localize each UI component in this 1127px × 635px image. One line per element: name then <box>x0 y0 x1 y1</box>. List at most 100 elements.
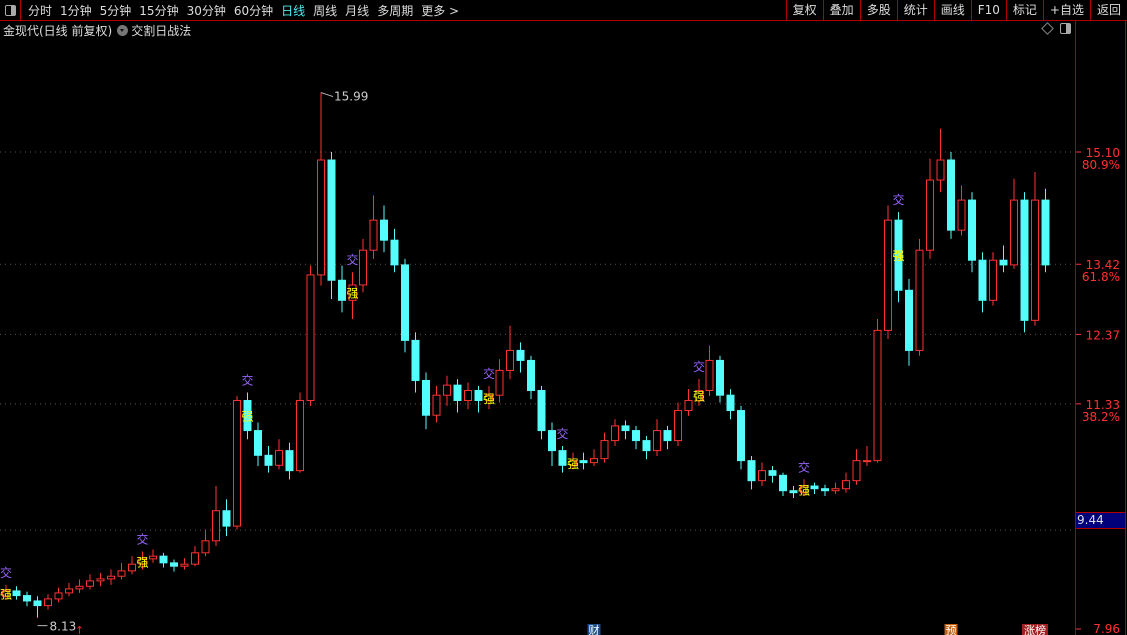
candle-body <box>989 259 997 301</box>
candle-body <box>821 488 829 492</box>
candle-body <box>380 219 388 241</box>
candle-body <box>1041 199 1050 266</box>
candle-body <box>44 598 52 607</box>
candle-body <box>1031 199 1039 321</box>
candle-body <box>548 430 556 452</box>
signal-jiao: 交 <box>892 192 904 207</box>
candle-body <box>86 580 94 587</box>
candle-body <box>831 488 840 492</box>
signal-jiao: 交 <box>556 426 568 441</box>
candle-body <box>443 384 451 396</box>
candle-body <box>873 329 882 462</box>
event-marker[interactable]: 预 <box>946 624 957 635</box>
candle-body <box>852 460 861 482</box>
signal-jiao: 交 <box>0 565 12 580</box>
y-tick-label: 12.37 <box>1086 328 1120 342</box>
candle-body <box>33 600 42 607</box>
candle-body <box>1010 199 1018 266</box>
candle-body <box>705 359 714 391</box>
axis-divider <box>1075 21 1076 635</box>
candle-body <box>663 430 672 442</box>
signal-jiao: 交 <box>346 252 358 267</box>
candle-body <box>233 400 241 527</box>
signal-jiao: 交 <box>241 372 253 387</box>
candle-body <box>905 289 913 351</box>
candle-body <box>999 259 1008 266</box>
max-pointer <box>320 92 334 98</box>
candle-body <box>936 159 945 181</box>
candle-body <box>180 563 189 567</box>
candle-body <box>495 369 504 396</box>
y-tick-pct: 61.8% <box>1082 270 1120 284</box>
candle-body <box>96 578 105 582</box>
candle-body <box>590 458 598 464</box>
candle-body <box>285 450 294 472</box>
candle-body <box>674 410 682 442</box>
candle-body <box>642 440 651 452</box>
candle-body <box>474 389 483 402</box>
candle-body <box>264 454 273 466</box>
candle-body <box>432 394 441 416</box>
candle-body <box>957 199 966 231</box>
signal-qiang: 强 <box>567 457 579 471</box>
signal-jiao: 交 <box>798 459 810 474</box>
candle-body <box>579 460 588 464</box>
y-tick-pct: 80.9% <box>1082 158 1120 172</box>
candle-body <box>453 384 462 402</box>
candle-body <box>779 474 787 492</box>
event-marker[interactable]: 涨榜 <box>1024 623 1046 635</box>
candle-body <box>128 563 136 572</box>
candle-body <box>212 510 220 542</box>
candle-body <box>159 555 168 564</box>
candle-body <box>401 264 409 341</box>
candle-body <box>75 585 84 590</box>
candle-body <box>558 450 567 466</box>
candle-body <box>149 555 157 560</box>
event-marker[interactable]: ↑ <box>75 624 84 635</box>
candle-body <box>317 159 325 276</box>
candle-body <box>170 562 178 567</box>
candle-body <box>726 394 735 412</box>
candle-body <box>884 219 892 331</box>
candle-body <box>611 425 619 442</box>
candlestick-chart[interactable]: 15.1080.9%13.4261.8%12.3711.3338.2%7.961… <box>0 0 1127 635</box>
candle-body <box>768 470 777 476</box>
event-marker[interactable]: 财 <box>589 623 600 635</box>
axis-border <box>1125 21 1126 635</box>
candle-body <box>1020 199 1029 321</box>
signal-jiao: 交 <box>693 359 705 374</box>
candle-body <box>296 400 304 472</box>
signal-qiang: 强 <box>693 390 705 404</box>
candle-body <box>527 359 535 391</box>
candle-body <box>359 249 367 286</box>
signal-qiang: 强 <box>346 287 358 301</box>
signal-qiang: 强 <box>483 392 495 406</box>
current-price-label: 9.44 <box>1075 512 1126 529</box>
candle-body <box>516 349 525 361</box>
candle-body <box>600 440 609 460</box>
candle-body <box>747 460 756 482</box>
candle-body <box>338 279 346 301</box>
candle-body <box>369 219 378 251</box>
signal-qiang: 强 <box>0 588 12 602</box>
candle-body <box>915 249 924 351</box>
candle-body <box>758 470 766 482</box>
candle-body <box>537 389 546 432</box>
signal-qiang: 强 <box>892 249 904 263</box>
candle-body <box>306 274 315 402</box>
candle-body <box>327 159 336 281</box>
candle-body <box>810 485 819 490</box>
candle-body <box>117 570 126 577</box>
candle-body <box>222 510 231 527</box>
candle-body <box>716 359 724 396</box>
y-tick-label: 7.96 <box>1093 622 1120 635</box>
signal-jiao: 交 <box>483 366 495 381</box>
candle-body <box>947 159 955 231</box>
candle-body <box>863 460 871 463</box>
signal-qiang: 强 <box>241 410 253 424</box>
candle-body <box>464 389 472 402</box>
candle-body <box>842 480 850 490</box>
candle-body <box>926 179 934 251</box>
candle-body <box>968 199 976 261</box>
candle-body <box>275 450 283 466</box>
